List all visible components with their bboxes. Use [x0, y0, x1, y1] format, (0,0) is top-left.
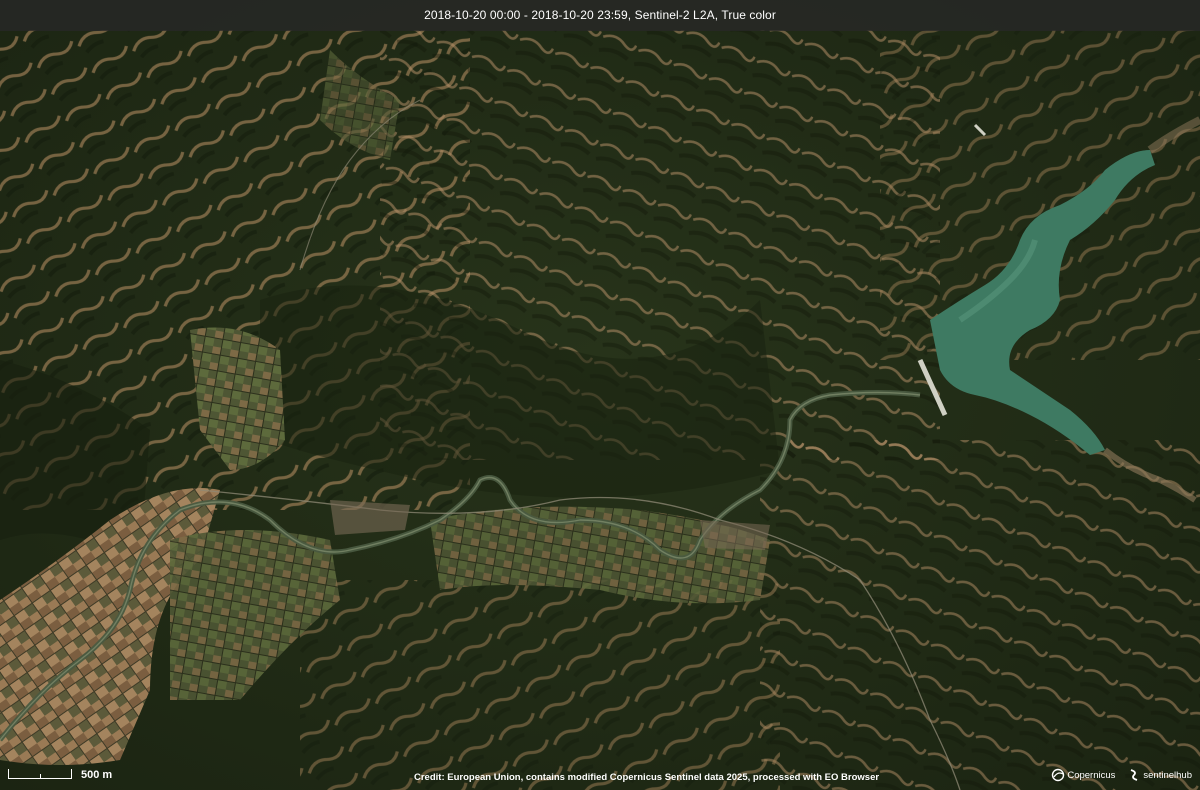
- sentinelhub-logo: sentinelhub: [1127, 768, 1192, 782]
- sentinelhub-icon: [1131, 769, 1138, 781]
- image-title: 2018-10-20 00:00 - 2018-10-20 23:59, Sen…: [0, 0, 1200, 31]
- copernicus-icon: [1052, 768, 1065, 782]
- slope-texture-s: [300, 580, 780, 790]
- sentinelhub-label: sentinelhub: [1143, 769, 1192, 781]
- scale-label: 500 m: [81, 769, 113, 781]
- slope-texture-se: [760, 440, 1200, 790]
- scale-tick: [40, 774, 41, 779]
- scale-bar: 500 m: [8, 768, 118, 782]
- village-east: [700, 520, 770, 550]
- copernicus-logo: Copernicus: [1051, 768, 1115, 782]
- village-west: [330, 500, 410, 535]
- map-viewer[interactable]: 2018-10-20 00:00 - 2018-10-20 23:59, Sen…: [0, 0, 1200, 790]
- credit-text: Credit: European Union, contains modifie…: [414, 772, 880, 783]
- logos: Copernicus sentinelhub: [1051, 766, 1192, 784]
- satellite-image[interactable]: [0, 0, 1200, 790]
- copernicus-label: Copernicus: [1067, 769, 1116, 781]
